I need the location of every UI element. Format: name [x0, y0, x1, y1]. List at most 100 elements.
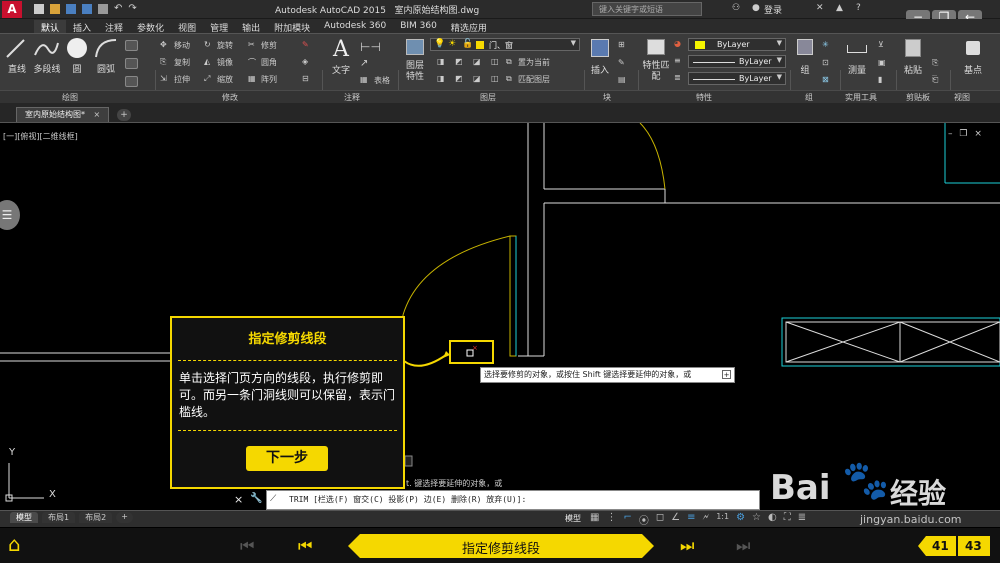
quick-access-toolbar[interactable]: ↶ ↷: [34, 4, 184, 15]
lineweight-dropdown[interactable]: ByLayer ▼: [688, 72, 786, 85]
edit-block-icon[interactable]: ✎: [618, 58, 625, 67]
group-properties-label[interactable]: 特性: [696, 92, 712, 103]
rotate-label[interactable]: 旋转: [217, 40, 233, 51]
group-annotation-label[interactable]: 注释: [344, 92, 360, 103]
new-tab-button[interactable]: +: [117, 109, 131, 121]
rotate-icon[interactable]: ↻: [204, 40, 211, 49]
model-space-label[interactable]: 模型: [565, 513, 581, 524]
user-icon[interactable]: ●: [752, 3, 760, 13]
grid-icon[interactable]: ▦: [590, 512, 599, 527]
next-step-icon[interactable]: ⏭: [680, 536, 694, 556]
group-block-label[interactable]: 块: [603, 92, 611, 103]
wrench-icon[interactable]: 🔧: [250, 493, 262, 504]
create-block-icon[interactable]: ⊞: [618, 40, 625, 49]
hatch-icon[interactable]: [125, 58, 138, 69]
layer-tool-icon-6[interactable]: ◩: [455, 74, 463, 83]
drawing-canvas[interactable]: [一][俯视][二维线框] ☰ – ❐ × × Y X 选择要修剪的对象，或按住…: [0, 123, 1000, 513]
arc-button[interactable]: 圆弧: [93, 37, 119, 77]
save-as-icon[interactable]: [82, 4, 92, 14]
dimension-icon[interactable]: ⊢⊣: [360, 40, 381, 54]
snap-icon[interactable]: ⋮: [606, 512, 616, 527]
layout-tab-2[interactable]: 布局2: [79, 512, 113, 523]
array-icon[interactable]: ▦: [248, 74, 256, 83]
add-layout-button[interactable]: +: [116, 512, 133, 523]
circle-button[interactable]: 圆: [64, 37, 90, 77]
isolate-icon[interactable]: ☆: [752, 512, 761, 527]
autocad-logo-icon[interactable]: A: [2, 1, 22, 18]
open-file-icon[interactable]: [50, 4, 60, 14]
block-attr-icon[interactable]: ▤: [618, 75, 626, 84]
color-dropdown[interactable]: ByLayer ▼: [688, 38, 786, 51]
osnap-icon[interactable]: ◻: [656, 512, 664, 527]
line-button[interactable]: 直线: [4, 37, 30, 77]
text-button[interactable]: A 文字: [328, 37, 354, 77]
id-point-icon[interactable]: ▮: [878, 75, 882, 84]
close-icon[interactable]: ×: [234, 493, 243, 506]
first-step-icon[interactable]: ⏮: [240, 536, 254, 556]
ungroup-icon[interactable]: ✳: [822, 40, 829, 49]
layer-tool-icon-8[interactable]: ◫: [491, 74, 499, 83]
next-step-button[interactable]: 下一步: [246, 446, 328, 471]
save-icon[interactable]: [66, 4, 76, 14]
fillet-label[interactable]: 圆角: [261, 57, 277, 68]
layer-tool-icon-5[interactable]: ◨: [437, 74, 445, 83]
group-clipboard-label[interactable]: 剪贴板: [906, 92, 930, 103]
quick-select-icon[interactable]: ⊻: [878, 40, 884, 49]
command-line-text[interactable]: TRIM [栏选(F) 窗交(C) 投影(P) 边(E) 删除(R) 放弃(U)…: [289, 494, 526, 505]
stretch-icon[interactable]: ⇲: [160, 74, 167, 83]
layer-tool-icon-1[interactable]: ◨: [437, 57, 445, 66]
last-step-icon[interactable]: ⏭: [736, 536, 750, 556]
base-point-button[interactable]: 基点: [956, 37, 990, 82]
polyline-button[interactable]: 多段线: [32, 37, 62, 77]
match-properties-button[interactable]: 特性匹配: [642, 37, 670, 89]
table-icon[interactable]: ▦: [360, 75, 368, 84]
mirror-label[interactable]: 镜像: [217, 57, 233, 68]
print-icon[interactable]: [98, 4, 108, 14]
annotation-scale-value[interactable]: 1:1: [716, 512, 729, 527]
calculator-icon[interactable]: ▣: [878, 58, 886, 67]
copy-label[interactable]: 复制: [174, 57, 190, 68]
erase-icon[interactable]: ✎: [302, 40, 309, 49]
rectangle-icon[interactable]: [125, 40, 138, 51]
explode-icon[interactable]: ◈: [302, 57, 308, 66]
lineweight-toggle-icon[interactable]: ≡: [687, 512, 695, 527]
move-icon[interactable]: ✥: [160, 40, 167, 49]
help-icon[interactable]: ?: [856, 3, 861, 13]
scale-icon[interactable]: ⤢: [204, 74, 210, 84]
redo-icon[interactable]: ↷: [128, 4, 136, 15]
group-select-icon[interactable]: ⊠: [822, 75, 829, 84]
layout-tab-model[interactable]: 模型: [10, 512, 38, 523]
undo-icon[interactable]: ↶: [114, 4, 122, 15]
annotation-scale-icon[interactable]: 🗲: [703, 512, 710, 527]
leader-icon[interactable]: ↗: [360, 58, 368, 69]
layer-dropdown[interactable]: 💡 ☀ 🔓 门、窗 ▼: [430, 38, 580, 51]
workspace-icon[interactable]: ⚙: [736, 512, 745, 527]
offset-icon[interactable]: ⊟: [302, 74, 309, 83]
layer-tool-icon-2[interactable]: ◩: [455, 57, 463, 66]
polar-icon[interactable]: ⦿: [639, 512, 649, 527]
match-layer-label[interactable]: 匹配图层: [518, 74, 550, 85]
cut-clip-icon[interactable]: ⎗: [932, 75, 938, 85]
group-button[interactable]: 组: [794, 37, 816, 82]
layer-tool-icon-3[interactable]: ◪: [473, 57, 481, 66]
mirror-icon[interactable]: ◭: [204, 57, 210, 66]
trim-icon[interactable]: ✂: [248, 40, 255, 49]
prompt-expand-icon[interactable]: +: [722, 370, 731, 379]
layout-tab-1[interactable]: 布局1: [42, 512, 76, 523]
a360-icon[interactable]: ▲: [836, 3, 843, 13]
measure-button[interactable]: 测量: [844, 37, 870, 82]
paste-button[interactable]: 粘贴: [900, 37, 926, 82]
home-icon[interactable]: ⌂: [8, 534, 30, 554]
fillet-icon[interactable]: ⌒: [248, 57, 256, 68]
region-icon[interactable]: [125, 76, 138, 87]
group-draw-label[interactable]: 绘图: [62, 92, 78, 103]
move-label[interactable]: 移动: [174, 40, 190, 51]
match-layer-icon[interactable]: ⧉: [506, 74, 512, 84]
trim-label[interactable]: 修剪: [261, 40, 277, 51]
layer-properties-button[interactable]: 图层特性: [402, 37, 428, 89]
group-groups-label[interactable]: 组: [805, 92, 813, 103]
close-icon[interactable]: ×: [94, 110, 101, 119]
search-box[interactable]: 键入关键字或短语: [592, 2, 702, 16]
set-current-label[interactable]: 置为当前: [518, 57, 550, 68]
layer-tool-icon-4[interactable]: ◫: [491, 57, 499, 66]
